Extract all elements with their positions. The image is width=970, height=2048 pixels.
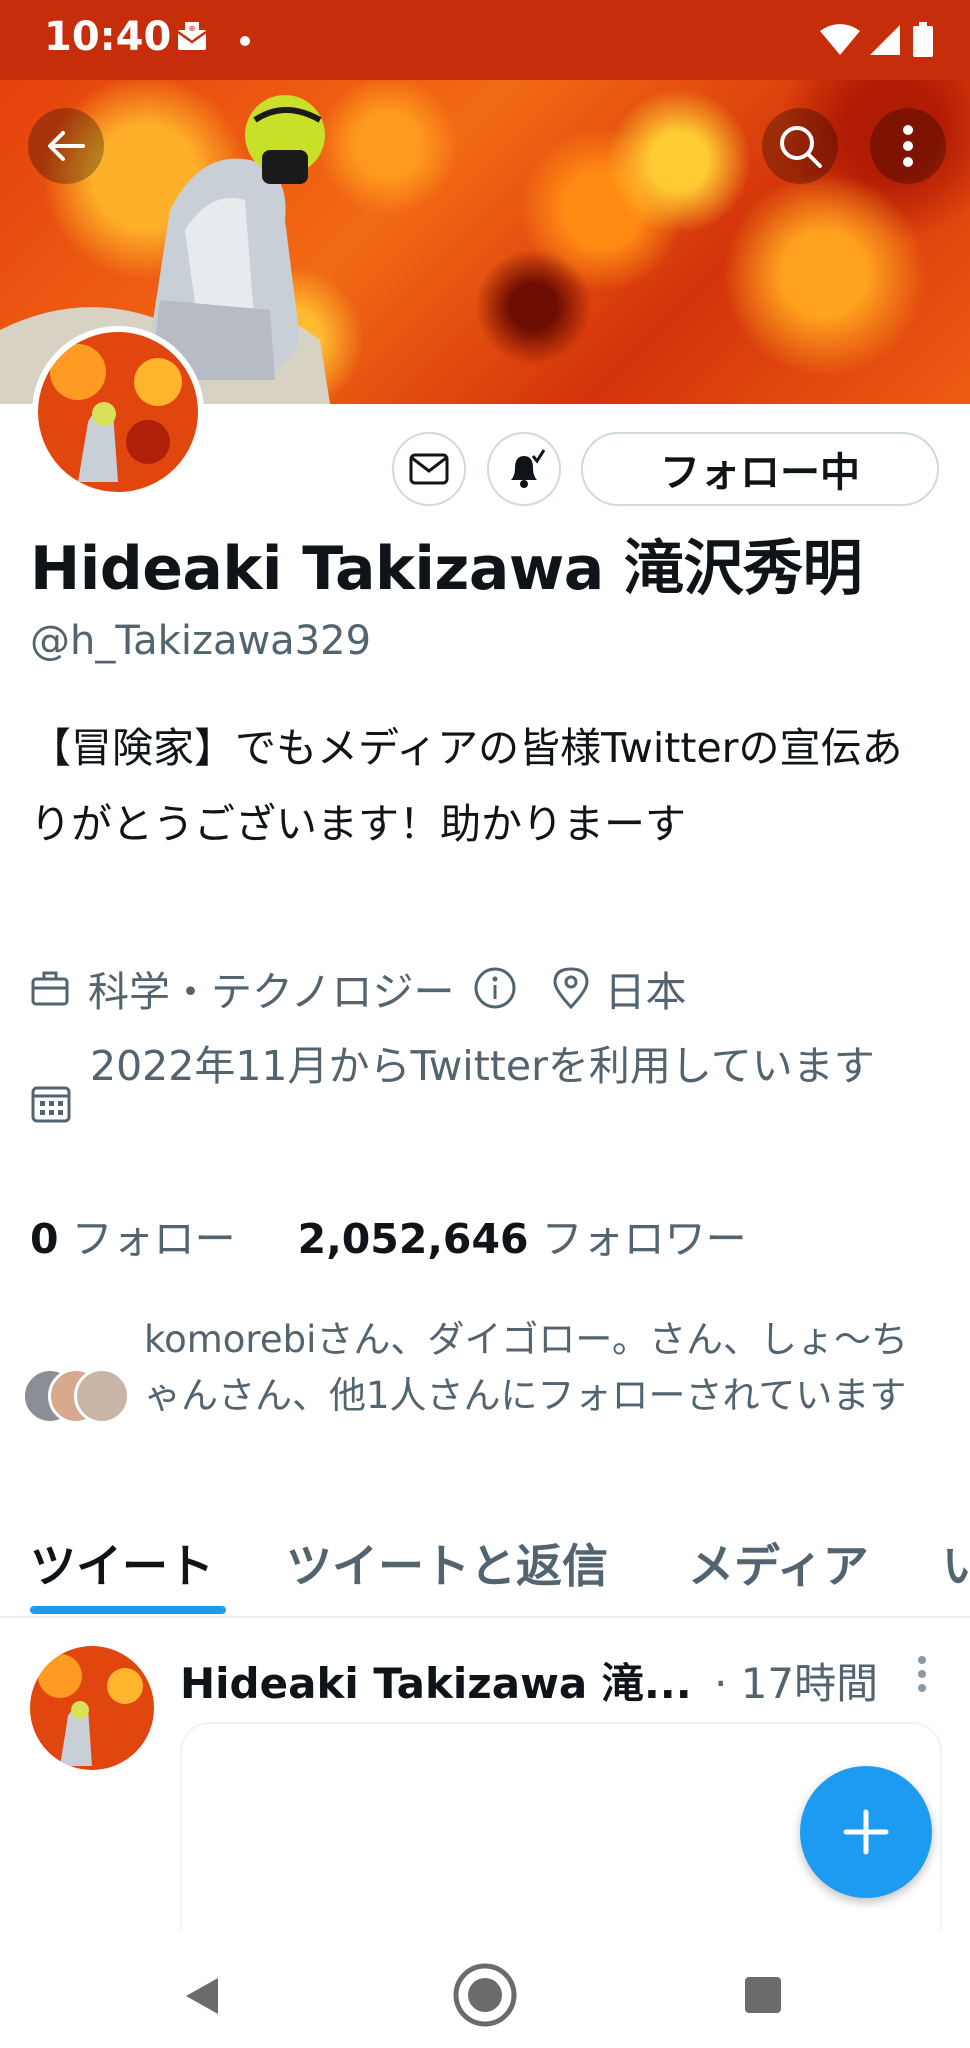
tweet-timestamp: · 17時間 xyxy=(714,1659,879,1708)
followers-link[interactable]: 2,052,646 フォロワー xyxy=(298,1215,747,1263)
followers-you-know-avatars[interactable] xyxy=(22,1368,132,1426)
profile-category: 科学・テクノロジー xyxy=(88,968,455,1016)
wifi-icon xyxy=(820,24,860,55)
message-button[interactable] xyxy=(392,432,466,506)
info-icon[interactable] xyxy=(473,966,517,1010)
profile-bio: 【冒険家】でもメディアの皆様Twitterの宣伝ありがとうございます！助かりまー… xyxy=(30,724,903,848)
signal-icon xyxy=(870,25,900,55)
nav-home-icon[interactable] xyxy=(450,1960,520,2030)
status-bar: 10:40 ⊕ xyxy=(0,0,970,80)
battery-icon xyxy=(913,22,933,57)
search-button[interactable] xyxy=(762,108,838,184)
tab-media[interactable]: メディア xyxy=(688,1530,869,1596)
status-time: 10:40 xyxy=(44,14,172,60)
tab-likes[interactable]: い xyxy=(942,1530,970,1596)
mail-icon xyxy=(409,453,449,485)
following-count: 0 xyxy=(30,1215,59,1263)
active-tab-indicator xyxy=(30,1606,226,1614)
following-link[interactable]: 0 フォロー xyxy=(30,1215,236,1263)
more-vertical-icon xyxy=(903,125,913,167)
svg-text:⊕: ⊕ xyxy=(189,24,196,33)
tab-tweets[interactable]: ツイート xyxy=(30,1530,214,1596)
search-icon xyxy=(780,126,822,168)
calendar-icon xyxy=(31,1086,71,1123)
nav-back-icon[interactable] xyxy=(184,1976,220,2016)
briefcase-icon xyxy=(31,971,69,1006)
plus-icon xyxy=(843,1809,889,1855)
notification-icon: ⊕ xyxy=(177,22,207,50)
profile-name: Hideaki Takizawa 滝沢秀明 xyxy=(30,534,863,604)
profile-joined-date: 2022年11月からTwitterを利用しています xyxy=(90,1042,875,1090)
followers-label: フォロワー xyxy=(541,1215,747,1263)
location-pin-icon xyxy=(553,967,589,1010)
tab-tweets-and-replies[interactable]: ツイートと返信 xyxy=(286,1530,608,1596)
back-button[interactable] xyxy=(28,108,104,184)
followers-count: 2,052,646 xyxy=(297,1215,529,1263)
arrow-left-icon xyxy=(48,131,85,161)
notifications-button[interactable] xyxy=(487,432,561,506)
profile-handle: @h_Takizawa329 xyxy=(30,618,372,664)
follow-stats: 0 フォロー 2,052,646 フォロワー xyxy=(30,1205,747,1265)
profile-location: 日本 xyxy=(604,968,687,1016)
more-options-button[interactable] xyxy=(870,108,946,184)
profile-meta-row: 科学・テクノロジー 日本 xyxy=(30,958,687,1018)
compose-tweet-button[interactable] xyxy=(800,1766,932,1898)
following-button[interactable]: フォロー中 xyxy=(581,432,939,506)
avatar xyxy=(74,1368,130,1424)
avatar-image xyxy=(38,332,198,492)
tweet-more-icon[interactable] xyxy=(904,1652,940,1700)
android-nav-bar xyxy=(0,1930,970,2048)
status-icons xyxy=(820,20,934,60)
tweet-author-name[interactable]: Hideaki Takizawa 滝... xyxy=(180,1650,692,1711)
tweet-avatar[interactable] xyxy=(30,1646,154,1770)
nav-recents-icon[interactable] xyxy=(744,1976,782,2014)
profile-tabs: ツイート ツイートと返信 メディア い xyxy=(0,1520,970,1618)
status-dot xyxy=(240,36,250,46)
profile-avatar[interactable] xyxy=(32,326,204,498)
followers-you-know-text[interactable]: komorebiさん、ダイゴロー。さん、しょ〜ちゃんさん、他1人さんにフォローさ… xyxy=(144,1312,944,1424)
bell-check-icon xyxy=(511,449,545,488)
following-label: フォロー xyxy=(71,1215,236,1263)
